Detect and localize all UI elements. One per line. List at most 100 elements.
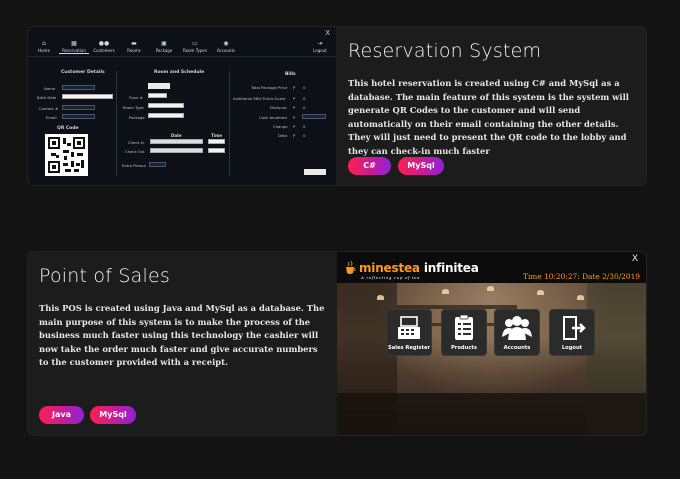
floor-field <box>148 93 167 98</box>
users-icon <box>502 316 532 340</box>
check-in-date-field <box>150 139 203 144</box>
bill-value: 0 <box>303 105 306 110</box>
nav-customers: ●● Customers <box>89 41 119 54</box>
brand-tagline: A reflecting cup of tea <box>361 275 421 280</box>
email-field <box>62 114 95 119</box>
cash-register-icon <box>398 316 420 339</box>
nav-reservation: ▦ Reservation <box>59 41 89 54</box>
nav-logout: ⇥ Logout <box>305 40 335 54</box>
date-heading: Date <box>171 133 182 138</box>
home-icon: ⌂ <box>42 40 46 47</box>
field-label: Contact # <box>39 106 59 111</box>
nav-home: ⌂ Home <box>29 40 59 54</box>
field-label: Extra Person <box>122 163 146 168</box>
birth-date-field <box>62 94 113 99</box>
project-description: This POS is created using Java and MySql… <box>39 303 325 368</box>
bill-label: Total Package Price <box>251 85 288 90</box>
bill-value: 0 <box>303 96 306 101</box>
name-field <box>62 85 95 90</box>
bills-heading: Bills <box>285 72 296 77</box>
nav-package: ▣ Package <box>149 40 179 54</box>
tile-label: Sales Register <box>387 345 431 351</box>
tile-label: Logout <box>561 345 583 351</box>
sales-register-tile[interactable]: Sales Register <box>387 310 431 355</box>
bill-currency: P <box>293 85 296 90</box>
bill-currency: P <box>293 115 296 120</box>
brand-second: infinitea <box>423 261 479 275</box>
bill-value: 0 <box>303 133 306 138</box>
bill-value: 0 <box>303 124 306 129</box>
nav-accounts: ◉ Accounts <box>211 40 241 54</box>
tile-label: Products <box>451 345 477 351</box>
bill-label: Debt <box>278 133 288 138</box>
cash-tendered-field <box>302 114 326 119</box>
bill-label: Discount <box>270 105 287 110</box>
logout-icon: ⇥ <box>317 40 323 47</box>
nav-room-types: ▭ Room Types <box>180 40 210 54</box>
close-icon: X <box>325 29 330 37</box>
field-label: Check In <box>128 140 145 145</box>
field-label: Floor # <box>129 95 143 100</box>
save-button <box>304 169 326 175</box>
bill-label: Additional 980/ Extra Guest <box>233 96 286 101</box>
field-label: Check Out <box>125 149 145 154</box>
bill-value: 0 <box>303 85 306 90</box>
bill-currency: P <box>293 133 296 138</box>
close-icon: X <box>631 254 638 264</box>
tag-java[interactable]: Java <box>39 406 84 424</box>
brand-logo: minestea infinitea <box>359 261 479 275</box>
bill-currency: P <box>293 96 296 101</box>
project-title: Point of Sales <box>39 265 170 287</box>
tea-cup-icon <box>346 261 356 274</box>
box-icon: ▣ <box>161 40 167 47</box>
bill-currency: P <box>293 124 296 129</box>
logout-icon <box>563 316 586 340</box>
customer-details-heading: Customer Details <box>61 70 105 75</box>
cafe-background <box>337 283 646 435</box>
tile-label: Accounts <box>503 345 531 351</box>
clipboard-icon <box>455 315 473 340</box>
tag-mysql[interactable]: MySql <box>90 406 136 424</box>
app-header: minestea infinitea A reflecting cup of t… <box>337 252 646 283</box>
pos-screenshot: minestea infinitea A reflecting cup of t… <box>337 252 646 435</box>
bill-currency: P <box>293 105 296 110</box>
reservation-screenshot: X ⌂ Home ▦ Reservation ●● Customers ▬ Rooms … <box>28 27 336 185</box>
products-tile[interactable]: Products <box>442 310 486 355</box>
field-label: Package <box>129 115 145 120</box>
bill-label: Change <box>273 124 288 129</box>
time-heading: Time <box>211 133 222 138</box>
calendar-icon: ▦ <box>71 40 77 47</box>
project-title: Reservation System <box>348 40 542 62</box>
time-date-display: Time 10:20:27: Date 2/30/2019 <box>523 272 640 281</box>
field-label: Room Type <box>123 105 144 110</box>
project-card-pos: Point of Sales This POS is created using… <box>28 252 646 435</box>
check-in-time-field <box>208 139 225 144</box>
room-schedule-heading: Room and Schedule <box>154 70 205 75</box>
project-card-reservation: X ⌂ Home ▦ Reservation ●● Customers ▬ Rooms … <box>28 27 646 185</box>
app-nav-bar: X ⌂ Home ▦ Reservation ●● Customers ▬ Rooms … <box>28 27 336 57</box>
room-type-field <box>148 103 184 108</box>
divider <box>116 71 117 176</box>
bed-icon: ▬ <box>131 40 137 47</box>
tag-csharp[interactable]: C# <box>348 157 391 175</box>
extra-person-field <box>149 162 166 167</box>
check-out-date-field <box>150 148 203 153</box>
qr-code-heading: QR Code <box>57 126 79 131</box>
field-label: Name <box>44 86 56 91</box>
field-label: Email <box>46 115 57 120</box>
field-label: Birth Date <box>37 95 57 100</box>
project-description: This hotel reservation is created using … <box>348 78 629 156</box>
check-out-time-field <box>208 148 225 153</box>
user-icon: ◉ <box>223 40 229 47</box>
qr-code-image <box>45 134 88 176</box>
package-field <box>148 113 184 118</box>
bed-icon: ▭ <box>192 40 198 47</box>
bill-label: Cash tendered <box>259 115 287 120</box>
select-room-button <box>148 83 170 89</box>
contact-field <box>62 105 95 110</box>
divider <box>229 71 230 176</box>
tag-mysql[interactable]: MySql <box>398 157 444 175</box>
nav-rooms: ▬ Rooms <box>119 40 149 54</box>
logout-tile[interactable]: Logout <box>550 310 594 355</box>
accounts-tile[interactable]: Accounts <box>495 310 539 355</box>
